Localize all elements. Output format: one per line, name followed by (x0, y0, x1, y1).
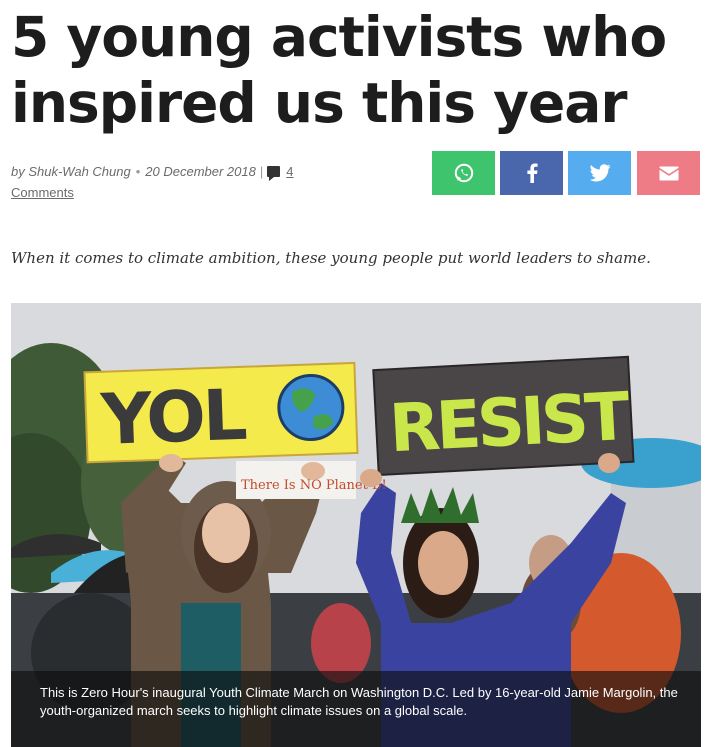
photo-caption: This is Zero Hour's inaugural Youth Clim… (11, 671, 701, 747)
comments-label-link[interactable]: Comments (11, 185, 74, 200)
meta-separator: • (135, 164, 141, 179)
email-icon (659, 166, 678, 180)
comment-icon (267, 166, 281, 181)
article-dek: When it comes to climate ambition, these… (11, 249, 651, 267)
comments-count-link[interactable]: 4 (286, 164, 293, 179)
publish-date: 20 December 2018 (145, 164, 256, 179)
share-whatsapp-button[interactable] (432, 151, 495, 195)
share-facebook-button[interactable] (500, 151, 563, 195)
article-title: 5 young activists who inspired us this y… (11, 5, 667, 135)
author-byline[interactable]: by Shuk-Wah Chung (11, 164, 131, 179)
meta-divider: | (259, 164, 264, 179)
hero-photo: YOL There Is NO Planet B! RESIST This is… (11, 303, 701, 747)
article-meta: by Shuk-Wah Chung • 20 December 2018 | 4 Comm… (11, 161, 341, 203)
whatsapp-icon (454, 163, 473, 183)
yolo-sign-text: YOL (99, 374, 247, 461)
twitter-icon (589, 164, 610, 182)
resist-sign-text: RESIST (387, 378, 631, 467)
share-twitter-button[interactable] (568, 151, 631, 195)
share-email-button[interactable] (637, 151, 700, 195)
photo-caption-text: This is Zero Hour's inaugural Youth Clim… (40, 685, 678, 718)
facebook-icon (526, 163, 538, 183)
